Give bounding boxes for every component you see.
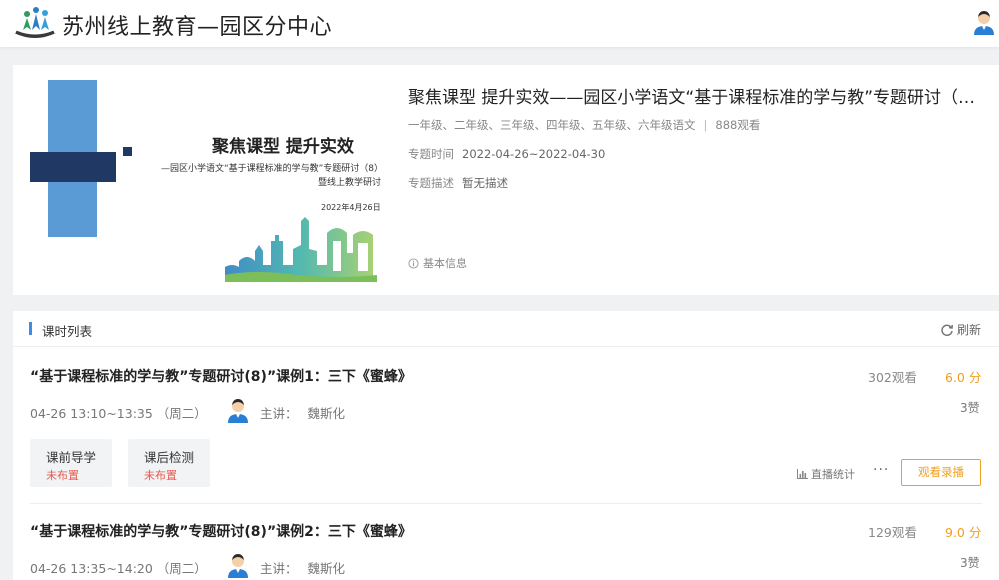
basic-info-link[interactable]: 基本信息 bbox=[408, 255, 467, 271]
lesson-score: 9.0 分 bbox=[945, 525, 982, 540]
refresh-button[interactable]: 刷新 bbox=[940, 321, 981, 338]
live-stats-button[interactable]: 直播统计 bbox=[797, 466, 855, 482]
site-logo-icon[interactable] bbox=[12, 5, 58, 41]
lesson-divider bbox=[30, 503, 982, 504]
lesson-title[interactable]: “基于课程标准的学与教”专题研讨(8)”课例2：三下《蜜蜂》 bbox=[30, 521, 412, 541]
topic-desc-label: 专题描述 bbox=[408, 176, 454, 190]
refresh-icon bbox=[941, 324, 954, 336]
topic-time-value: 2022-04-26~2022-04-30 bbox=[462, 147, 606, 161]
teacher-name: 魏斯化 bbox=[307, 406, 346, 421]
topic-views: 888观看 bbox=[715, 118, 761, 132]
lesson-list-header: 课时列表 刷新 bbox=[13, 311, 999, 347]
lesson-likes: 3赞 bbox=[960, 556, 980, 570]
lesson-list-label: 课时列表 bbox=[42, 324, 93, 339]
lesson-time: 04-26 13:10~13:35 （周二） bbox=[30, 406, 207, 421]
task-name: 课后检测 bbox=[143, 450, 194, 465]
teacher-label: 主讲： bbox=[260, 406, 298, 421]
topic-desc-row: 专题描述 暂无描述 bbox=[408, 175, 508, 191]
top-header: 苏州线上教育—园区分中心 bbox=[0, 0, 999, 47]
teacher-name: 魏斯化 bbox=[307, 561, 346, 576]
lesson-teacher: 主讲： 魏斯化 bbox=[260, 558, 345, 577]
cover-navy-square bbox=[123, 147, 132, 156]
live-stats-label: 直播统计 bbox=[811, 468, 855, 481]
lesson-title[interactable]: “基于课程标准的学与教”专题研讨(8)”课例1：三下《蜜蜂》 bbox=[30, 366, 412, 386]
topic-time-row: 专题时间 2022-04-26~2022-04-30 bbox=[408, 146, 605, 162]
task-status: 未布置 bbox=[144, 469, 177, 482]
more-options-button[interactable]: ··· bbox=[873, 462, 889, 478]
topic-card: 聚焦课型 提升实效 —园区小学语文“基于课程标准的学与教”专题研讨（8） 暨线上… bbox=[13, 65, 999, 295]
meta-separator: | bbox=[703, 118, 708, 132]
lesson-score: 6.0 分 bbox=[945, 370, 982, 385]
site-title: 苏州线上教育—园区分中心 bbox=[62, 15, 333, 40]
lesson-views: 302观看 bbox=[868, 370, 917, 385]
cover-title: 聚焦课型 提升实效 bbox=[212, 137, 354, 157]
topic-meta: 一年级、二年级、三年级、四年级、五年级、六年级语文 | 888观看 bbox=[408, 117, 760, 133]
teacher-label: 主讲： bbox=[260, 561, 298, 576]
topic-desc-value: 暂无描述 bbox=[462, 176, 508, 190]
topic-cover-image[interactable]: 聚焦课型 提升实效 —园区小学语文“基于课程标准的学与教”专题研讨（8） 暨线上… bbox=[27, 77, 397, 282]
task-status: 未布置 bbox=[46, 469, 79, 482]
lesson-time: 04-26 13:35~14:20 （周二） bbox=[30, 561, 207, 576]
bar-chart-icon bbox=[797, 469, 808, 479]
cover-subtitle: —园区小学语文“基于课程标准的学与教”专题研讨（8） bbox=[160, 164, 383, 174]
user-avatar-icon[interactable] bbox=[972, 9, 996, 35]
lesson-teacher: 主讲： 魏斯化 bbox=[260, 403, 345, 422]
lesson-views: 129观看 bbox=[868, 525, 917, 540]
topic-time-label: 专题时间 bbox=[408, 147, 454, 161]
topic-title: 聚焦课型 提升实效——园区小学语文“基于课程标准的学与教”专题研讨（8）暨线上教… bbox=[408, 88, 983, 108]
teacher-avatar-icon bbox=[228, 554, 248, 578]
city-skyline-icon bbox=[225, 217, 377, 282]
refresh-label: 刷新 bbox=[956, 323, 981, 337]
pre-class-guide-task[interactable]: 课前导学 未布置 bbox=[30, 439, 112, 487]
basic-info-label: 基本信息 bbox=[423, 257, 467, 270]
post-class-test-task[interactable]: 课后检测 未布置 bbox=[128, 439, 210, 487]
task-name: 课前导学 bbox=[45, 450, 96, 465]
lesson-list-card: 课时列表 刷新 “基于课程标准的学与教”专题研讨(8)”课例1：三下《蜜蜂》 3… bbox=[13, 311, 999, 580]
cover-subtitle-2: 暨线上教学研讨 bbox=[317, 178, 381, 188]
topic-grades: 一年级、二年级、三年级、四年级、五年级、六年级语文 bbox=[408, 118, 696, 132]
info-icon bbox=[408, 257, 419, 269]
lesson-likes: 3赞 bbox=[960, 401, 980, 415]
watch-replay-button[interactable]: 观看录播 bbox=[901, 459, 981, 486]
section-accent-bar bbox=[29, 322, 32, 335]
teacher-avatar-icon bbox=[228, 399, 248, 423]
cover-navy-bar bbox=[30, 152, 116, 182]
